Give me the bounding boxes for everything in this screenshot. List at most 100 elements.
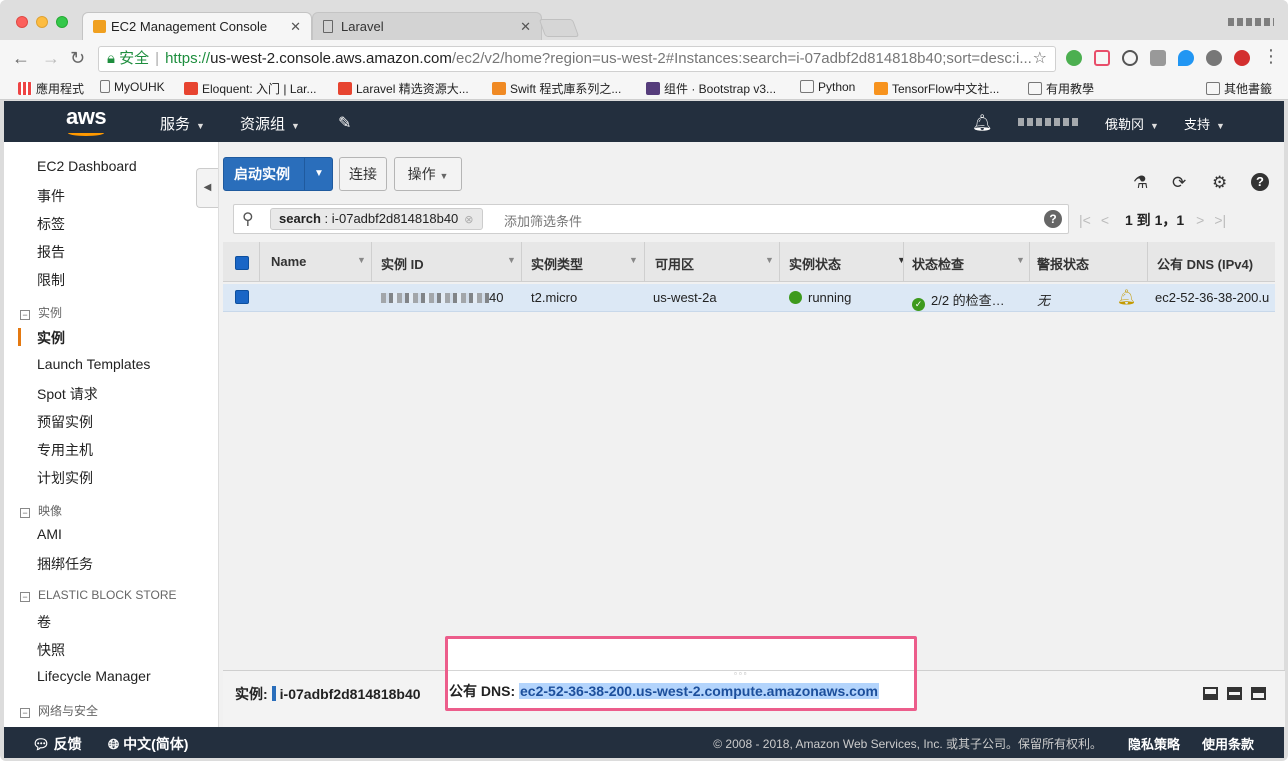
feedback-link[interactable]: 💬︎ 反馈 — [32, 734, 82, 754]
reload-icon[interactable]: ↻ — [70, 48, 85, 69]
services-menu[interactable]: 服务 ▼ — [160, 113, 205, 134]
column-status-checks[interactable]: 状态检查 ▼ — [912, 254, 1025, 273]
bookmark-item[interactable]: Swift 程式庫系列之... — [492, 80, 621, 97]
first-page-icon[interactable]: |< — [1079, 212, 1091, 228]
connect-button[interactable]: 连接 — [339, 157, 387, 191]
sidebar-item-ec2-dashboard[interactable]: EC2 Dashboard — [37, 158, 137, 174]
sidebar-item-ami[interactable]: AMI — [37, 526, 62, 542]
layout-top-icon[interactable] — [1251, 687, 1266, 700]
sidebar-section-ebs[interactable]: − ELASTIC BLOCK STORE — [20, 588, 177, 602]
terms-link[interactable]: 使用条款 — [1202, 734, 1254, 753]
tab-ec2-console[interactable]: EC2 Management Console ✕ — [82, 12, 312, 40]
account-menu[interactable] — [1018, 118, 1080, 126]
table-row[interactable]: 40 t2.micro us-west-2a running ✓ 2/2 的检查…… — [223, 284, 1275, 312]
prev-page-icon[interactable]: < — [1101, 212, 1109, 228]
extension-icon[interactable] — [1122, 50, 1138, 66]
bookmark-item[interactable]: Eloquent: 入门 | Lar... — [184, 80, 317, 97]
column-alarm-status[interactable]: 警报状态 — [1037, 254, 1089, 273]
sidebar-item-instances[interactable]: 实例 — [37, 328, 65, 348]
gear-icon[interactable]: ⚙ — [1212, 173, 1227, 193]
bookmark-item[interactable]: 组件 · Bootstrap v3... — [646, 80, 776, 97]
select-all-checkbox[interactable] — [235, 256, 249, 270]
last-page-icon[interactable]: >| — [1214, 212, 1226, 228]
dns-value[interactable]: ec2-52-36-38-200.us-west-2.compute.amazo… — [519, 683, 879, 699]
extension-icon[interactable] — [1178, 50, 1194, 66]
row-checkbox[interactable] — [235, 290, 249, 304]
minimize-window-button[interactable] — [36, 16, 48, 28]
back-icon[interactable]: ← — [12, 48, 30, 69]
sidebar-item-dedicated-hosts[interactable]: 专用主机 — [37, 440, 93, 460]
filter-token[interactable]: search : i-07adbf2d814818b40 ⊗ — [270, 208, 483, 230]
tab-laravel[interactable]: Laravel ✕ — [312, 12, 542, 40]
filter-search-bar[interactable]: ⚲ search : i-07adbf2d814818b40 ⊗ 添加筛选条件 ? — [233, 204, 1069, 234]
sidebar-section-images[interactable]: − 映像 — [20, 502, 62, 519]
chevron-down-icon[interactable]: ▼ — [304, 158, 333, 190]
bookmark-item[interactable]: TensorFlow中文社... — [874, 80, 999, 97]
sidebar-section-network-security[interactable]: − 网络与安全 — [20, 702, 98, 719]
column-instance-type[interactable]: 实例类型 ▼ — [531, 254, 638, 273]
bookmark-item[interactable]: Laravel 精选资源大... — [338, 80, 469, 97]
close-tab-icon[interactable]: ✕ — [520, 13, 531, 41]
flask-icon[interactable]: ⚗ — [1133, 173, 1148, 193]
extension-icon[interactable] — [1094, 50, 1110, 66]
help-icon[interactable]: ? — [1251, 173, 1269, 191]
sidebar-item-limits[interactable]: 限制 — [37, 270, 65, 290]
new-tab-button[interactable] — [538, 19, 580, 37]
sidebar-item-reports[interactable]: 报告 — [37, 242, 65, 262]
sidebar-item-events[interactable]: 事件 — [37, 186, 65, 206]
column-public-dns[interactable]: 公有 DNS (IPv4) — [1157, 254, 1253, 273]
extension-icon[interactable] — [1066, 50, 1082, 66]
filter-placeholder[interactable]: 添加筛选条件 — [504, 211, 582, 230]
column-instance-state[interactable]: 实例状态 ▼ — [789, 254, 906, 273]
bookmark-item[interactable]: 應用程式 — [18, 80, 84, 97]
sidebar-item-volumes[interactable]: 卷 — [37, 612, 51, 632]
column-availability-zone[interactable]: 可用区 ▼ — [655, 254, 774, 273]
collapse-sidebar-button[interactable]: ◀ — [196, 168, 218, 208]
layout-bottom-icon[interactable] — [1203, 687, 1218, 700]
pagination: |< <1 到 1，1 > >| — [1079, 210, 1236, 230]
menu-icon[interactable]: ⋮ — [1262, 46, 1280, 67]
bell-icon[interactable]: 🔔︎ — [972, 113, 992, 133]
close-tab-icon[interactable]: ✕ — [290, 13, 301, 41]
region-menu[interactable]: 俄勒冈 ▼ — [1105, 114, 1159, 133]
bookmark-item[interactable]: 有用教學 — [1028, 80, 1094, 97]
sidebar-item-reserved-instances[interactable]: 预留实例 — [37, 412, 93, 432]
privacy-link[interactable]: 隐私策略 — [1128, 734, 1180, 753]
resource-groups-menu[interactable]: 资源组 ▼ — [240, 113, 300, 134]
column-instance-id[interactable]: 实例 ID ▼ — [381, 254, 516, 273]
bookmark-star-icon[interactable]: ☆ — [1033, 47, 1047, 71]
close-window-button[interactable] — [16, 16, 28, 28]
extension-icon[interactable] — [1150, 50, 1166, 66]
sidebar-item-lifecycle-manager[interactable]: Lifecycle Manager — [37, 668, 151, 684]
support-menu[interactable]: 支持 ▼ — [1184, 114, 1225, 133]
remove-token-icon[interactable]: ⊗ — [464, 214, 473, 226]
extension-icon[interactable] — [1206, 50, 1222, 66]
actions-button[interactable]: 操作 ▼ — [394, 157, 462, 191]
sidebar-item-tags[interactable]: 标签 — [37, 214, 65, 234]
profile-chip[interactable] — [1228, 18, 1274, 26]
create-alarm-icon[interactable]: 🔔︎ — [1117, 288, 1136, 306]
address-bar[interactable]: 🔒︎ 安全 | https://us-west-2.console.aws.amaz… — [98, 46, 1056, 72]
resize-grip-icon[interactable]: ▫▫▫ — [734, 669, 749, 678]
bookmark-item[interactable]: MyOUHK — [100, 80, 165, 94]
sidebar-item-scheduled-instances[interactable]: 计划实例 — [37, 468, 93, 488]
sidebar-item-launch-templates[interactable]: Launch Templates — [37, 356, 150, 372]
pin-icon[interactable]: ✎ — [338, 113, 351, 133]
layout-split-icon[interactable] — [1227, 687, 1242, 700]
column-name[interactable]: Name ▼ — [271, 254, 367, 269]
sidebar-item-bundle-tasks[interactable]: 捆绑任务 — [37, 554, 93, 574]
sidebar-item-spot-requests[interactable]: Spot 请求 — [37, 384, 98, 404]
refresh-icon[interactable]: ⟳ — [1172, 173, 1186, 193]
sidebar-section-instances[interactable]: − 实例 — [20, 304, 62, 321]
bookmark-item[interactable]: 其他書籤 — [1206, 80, 1272, 97]
sidebar-item-snapshots[interactable]: 快照 — [37, 640, 65, 660]
next-page-icon[interactable]: > — [1196, 212, 1204, 228]
forward-icon[interactable]: → — [42, 48, 60, 69]
launch-instance-button[interactable]: 启动实例 ▼ — [223, 157, 333, 191]
aws-logo[interactable]: aws — [66, 104, 107, 136]
extension-icon[interactable] — [1234, 50, 1250, 66]
maximize-window-button[interactable] — [56, 16, 68, 28]
language-selector[interactable]: 🌐︎ 中文(简体) — [108, 734, 188, 754]
bookmark-item[interactable]: Python — [800, 80, 855, 94]
help-icon[interactable]: ? — [1044, 210, 1062, 228]
